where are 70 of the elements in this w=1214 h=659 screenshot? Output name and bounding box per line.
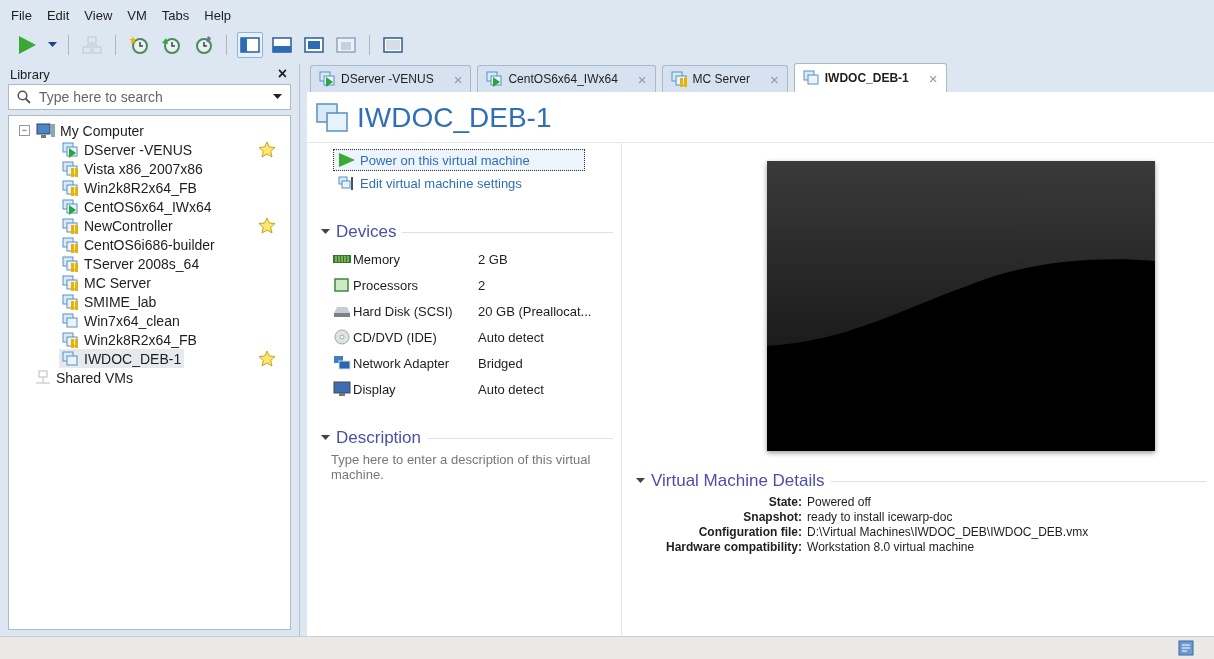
menu-item[interactable]: File bbox=[11, 8, 32, 30]
device-name[interactable]: Hard Disk (SCSI) bbox=[333, 303, 478, 319]
collapse-toggle[interactable]: − bbox=[19, 125, 30, 136]
tab[interactable]: DServer -VENUS × bbox=[310, 65, 472, 92]
device-value: 20 GB (Preallocat... bbox=[478, 303, 592, 319]
detail-label: Configuration file: bbox=[697, 525, 803, 540]
dropdown-caret-icon[interactable] bbox=[273, 94, 282, 100]
detail-value: D:\Virtual Machines\IWDOC_DEB\IWDOC_DEB.vmx bbox=[807, 525, 1090, 540]
detail-label: State: bbox=[767, 495, 803, 510]
panel-title: Library bbox=[10, 66, 50, 82]
section-heading: Description bbox=[336, 428, 422, 448]
menu-item[interactable]: Edit bbox=[46, 8, 70, 30]
section-heading: Virtual Machine Details bbox=[651, 471, 825, 491]
vm-icon bbox=[315, 102, 351, 134]
vm-title: IWDOC_DEB-1 bbox=[357, 102, 552, 134]
vm-list-item[interactable]: NewController bbox=[59, 216, 176, 235]
action-link[interactable]: Edit virtual machine settings bbox=[333, 172, 527, 194]
computer-icon bbox=[36, 122, 56, 139]
vm-list-item[interactable]: Win7x64_clean bbox=[59, 311, 183, 330]
detail-label: Snapshot: bbox=[742, 510, 803, 525]
settings-icon bbox=[338, 175, 356, 191]
detail-value: ready to install icewarp-doc bbox=[807, 510, 954, 525]
detail-value: Powered off bbox=[807, 495, 872, 510]
device-name[interactable]: CD/DVD (IDE) bbox=[333, 329, 478, 345]
search-icon bbox=[17, 90, 31, 104]
detail-value: Workstation 8.0 virtual machine bbox=[807, 540, 976, 555]
vm-list-item[interactable]: SMIME_lab bbox=[59, 292, 160, 311]
action-link[interactable]: Power on this virtual machine bbox=[333, 149, 585, 171]
message-log-icon[interactable] bbox=[1178, 640, 1194, 656]
collapse-triangle-icon[interactable] bbox=[321, 229, 330, 235]
vm-list-item[interactable]: Win2k8R2x64_FB bbox=[59, 330, 200, 349]
collapse-triangle-icon[interactable] bbox=[636, 478, 645, 484]
vm-list-item[interactable]: IWDOC_DEB-1 bbox=[59, 349, 185, 368]
collapse-triangle-icon[interactable] bbox=[321, 435, 330, 441]
close-button[interactable]: × bbox=[277, 65, 287, 83]
search-input[interactable]: Type here to search bbox=[37, 88, 267, 106]
device-value: 2 bbox=[478, 277, 486, 293]
device-value: Auto detect bbox=[478, 329, 544, 345]
tree-item[interactable]: Shared VMs bbox=[56, 369, 134, 386]
vm-list-item[interactable]: Win2k8R2x64_FB bbox=[59, 178, 200, 197]
device-name[interactable]: Display bbox=[333, 381, 478, 397]
menu-item[interactable]: Help bbox=[204, 8, 232, 30]
device-name[interactable]: Memory bbox=[333, 251, 478, 267]
vm-list-item[interactable]: DServer -VENUS bbox=[59, 140, 196, 159]
library-view-icon[interactable] bbox=[237, 32, 263, 58]
shared-vms-icon bbox=[34, 369, 52, 386]
play-icon bbox=[338, 152, 356, 168]
device-value: 2 GB bbox=[478, 251, 508, 267]
tab[interactable]: CentOS6x64_IWx64 × bbox=[477, 65, 656, 92]
device-name[interactable]: Processors bbox=[333, 277, 478, 293]
star-icon[interactable] bbox=[258, 350, 276, 367]
vm-list-item[interactable]: TServer 2008s_64 bbox=[59, 254, 203, 273]
star-icon[interactable] bbox=[258, 217, 276, 234]
vm-list-item[interactable]: CentOS6x64_IWx64 bbox=[59, 197, 215, 216]
tab[interactable]: MC Server × bbox=[661, 65, 788, 92]
search-field[interactable]: Type here to search bbox=[8, 84, 291, 110]
menu-item[interactable]: VM bbox=[127, 8, 147, 30]
menu-item[interactable]: View bbox=[84, 8, 113, 30]
vm-list-item[interactable]: Vista x86_2007x86 bbox=[59, 159, 206, 178]
section-heading: Devices bbox=[336, 222, 397, 242]
tab[interactable]: IWDOC_DEB-1 × bbox=[793, 63, 947, 92]
tree-item[interactable]: My Computer bbox=[60, 122, 145, 139]
device-name[interactable]: Network Adapter bbox=[333, 355, 478, 371]
device-value: Bridged bbox=[478, 355, 523, 371]
vm-list-item[interactable]: MC Server bbox=[59, 273, 154, 292]
vm-list-item[interactable]: CentOS6i686-builder bbox=[59, 235, 218, 254]
menu-item[interactable]: Tabs bbox=[161, 8, 190, 30]
star-icon[interactable] bbox=[258, 141, 276, 158]
device-value: Auto detect bbox=[478, 381, 544, 397]
detail-label: Hardware compatibility: bbox=[666, 540, 803, 555]
